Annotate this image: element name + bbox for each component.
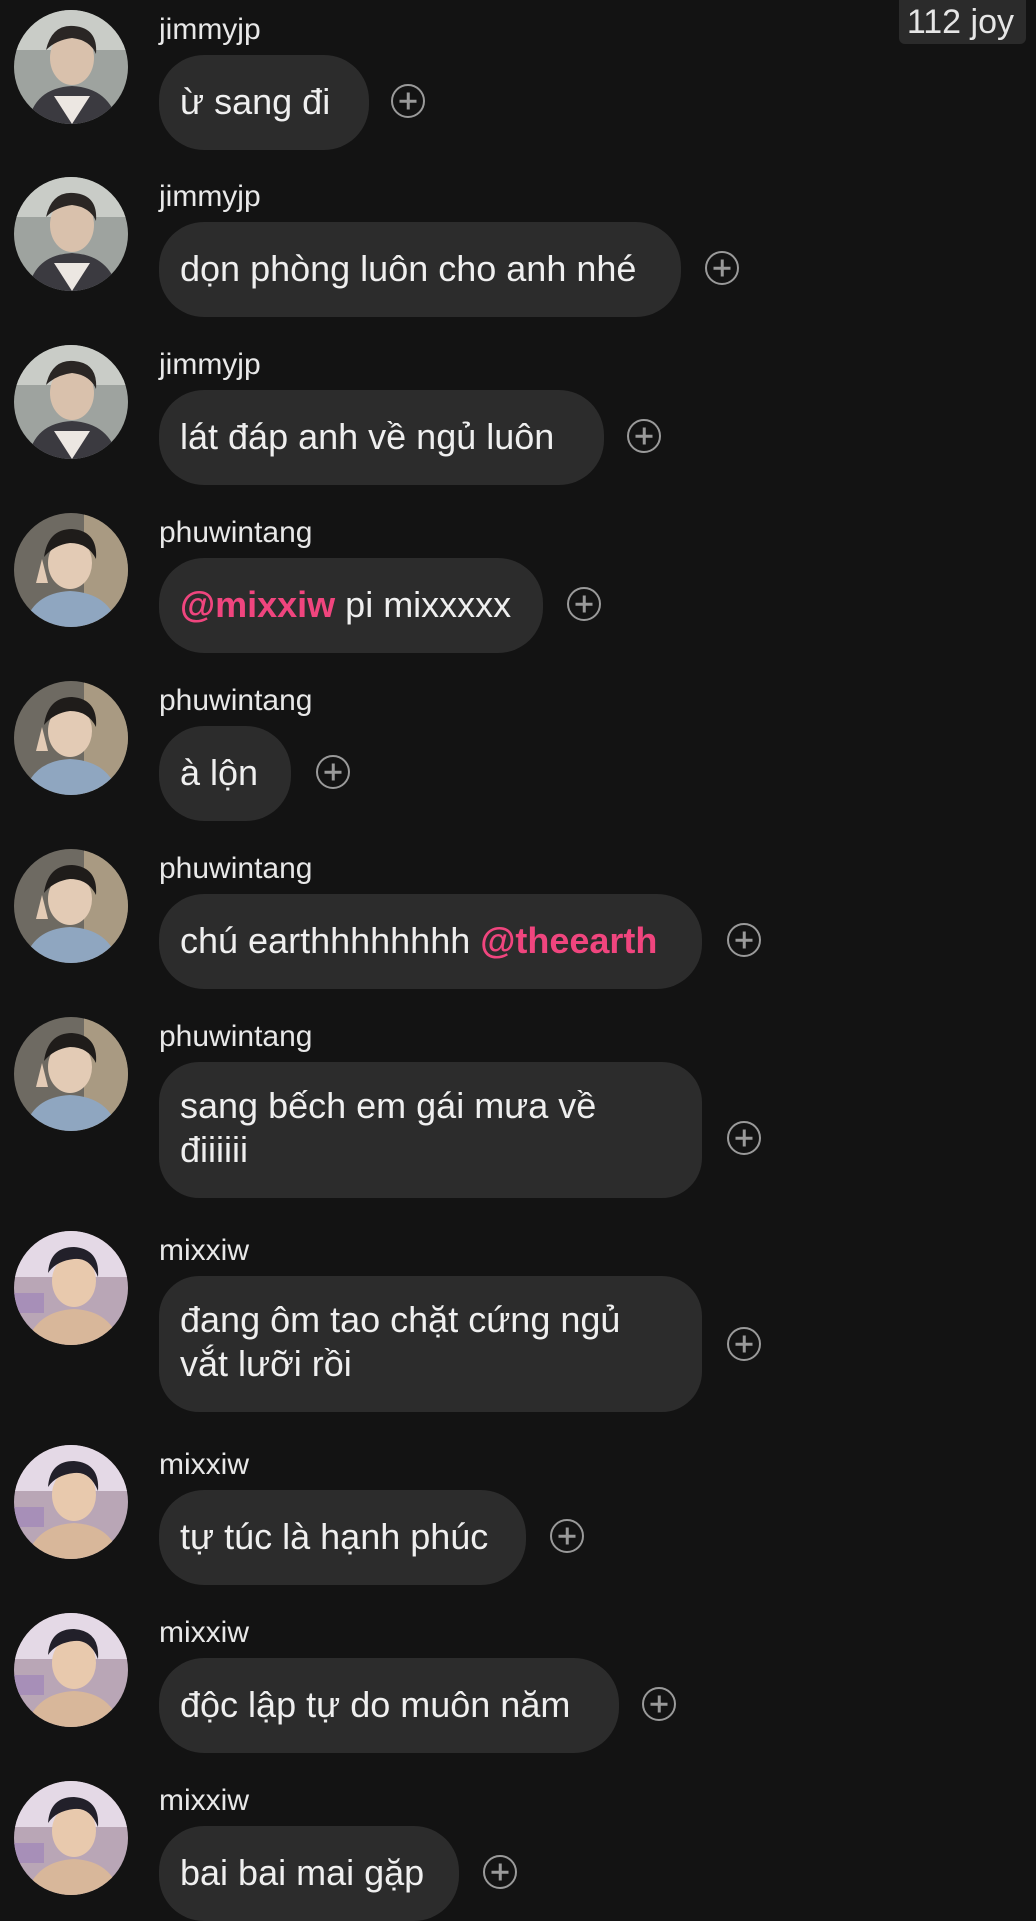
add-reaction-icon[interactable] bbox=[316, 755, 350, 789]
message-text-line: đang ôm tao chặt cứng ngủ bbox=[180, 1299, 621, 1340]
message-bubble[interactable]: ừ sang đi bbox=[159, 55, 369, 150]
avatar[interactable] bbox=[14, 513, 128, 627]
message-bubble[interactable]: bai bai mai gặp bbox=[159, 1826, 459, 1921]
message-text-line: vắt lưỡi rồi bbox=[180, 1343, 352, 1384]
username[interactable]: mixxiw bbox=[159, 1447, 249, 1483]
add-reaction-icon[interactable] bbox=[642, 1687, 676, 1721]
message-text: bai bai mai gặp bbox=[180, 1852, 425, 1893]
avatar[interactable] bbox=[14, 1231, 128, 1345]
username[interactable]: jimmyjp bbox=[159, 179, 261, 215]
username[interactable]: phuwintang bbox=[159, 515, 312, 551]
avatar[interactable] bbox=[14, 849, 128, 963]
avatar[interactable] bbox=[14, 681, 128, 795]
avatar[interactable] bbox=[14, 1613, 128, 1727]
message-bubble[interactable]: chú earthhhhhhhh @theearth bbox=[159, 894, 702, 989]
message-text-line: điiiiii bbox=[180, 1129, 249, 1170]
message-text-line: sang bếch em gái mưa về bbox=[180, 1085, 597, 1126]
avatar[interactable] bbox=[14, 1781, 128, 1895]
add-reaction-icon[interactable] bbox=[727, 1121, 761, 1155]
username[interactable]: mixxiw bbox=[159, 1233, 249, 1269]
message-bubble[interactable]: à lộn bbox=[159, 726, 291, 821]
message-text: pi mixxxxx bbox=[335, 584, 512, 625]
add-reaction-icon[interactable] bbox=[550, 1519, 584, 1553]
message-text: ừ sang đi bbox=[180, 81, 331, 122]
message-bubble[interactable]: sang bếch em gái mưa về điiiiii bbox=[159, 1062, 702, 1198]
reaction-count-badge: 112 joy bbox=[898, 0, 1026, 44]
add-reaction-icon[interactable] bbox=[727, 923, 761, 957]
username[interactable]: jimmyjp bbox=[159, 12, 261, 48]
message-text: lát đáp anh về ngủ luôn bbox=[180, 416, 555, 457]
message-text: à lộn bbox=[180, 752, 259, 793]
message-bubble[interactable]: độc lập tự do muôn năm bbox=[159, 1658, 619, 1753]
avatar[interactable] bbox=[14, 10, 128, 124]
add-reaction-icon[interactable] bbox=[705, 251, 739, 285]
username[interactable]: mixxiw bbox=[159, 1615, 249, 1651]
add-reaction-icon[interactable] bbox=[483, 1855, 517, 1889]
avatar[interactable] bbox=[14, 177, 128, 291]
username[interactable]: phuwintang bbox=[159, 683, 312, 719]
add-reaction-icon[interactable] bbox=[727, 1327, 761, 1361]
username[interactable]: phuwintang bbox=[159, 851, 312, 887]
avatar[interactable] bbox=[14, 1445, 128, 1559]
message-text: tự túc là hạnh phúc bbox=[180, 1516, 489, 1557]
avatar[interactable] bbox=[14, 345, 128, 459]
message-bubble[interactable]: lát đáp anh về ngủ luôn bbox=[159, 390, 604, 485]
username[interactable]: mixxiw bbox=[159, 1783, 249, 1819]
message-bubble[interactable]: dọn phòng luôn cho anh nhé bbox=[159, 222, 681, 317]
mention-link[interactable]: @mixxiw bbox=[180, 584, 335, 625]
message-text: độc lập tự do muôn năm bbox=[180, 1684, 571, 1725]
add-reaction-icon[interactable] bbox=[391, 84, 425, 118]
message-text: chú earthhhhhhhh bbox=[180, 920, 481, 961]
mention-link[interactable]: @theearth bbox=[480, 920, 657, 961]
message-bubble[interactable]: tự túc là hạnh phúc bbox=[159, 1490, 526, 1585]
username[interactable]: jimmyjp bbox=[159, 347, 261, 383]
username[interactable]: phuwintang bbox=[159, 1019, 312, 1055]
add-reaction-icon[interactable] bbox=[567, 587, 601, 621]
message-text: dọn phòng luôn cho anh nhé bbox=[180, 248, 637, 289]
message-bubble[interactable]: @mixxiw pi mixxxxx bbox=[159, 558, 543, 653]
message-bubble[interactable]: đang ôm tao chặt cứng ngủ vắt lưỡi rồi bbox=[159, 1276, 702, 1412]
add-reaction-icon[interactable] bbox=[627, 419, 661, 453]
avatar[interactable] bbox=[14, 1017, 128, 1131]
